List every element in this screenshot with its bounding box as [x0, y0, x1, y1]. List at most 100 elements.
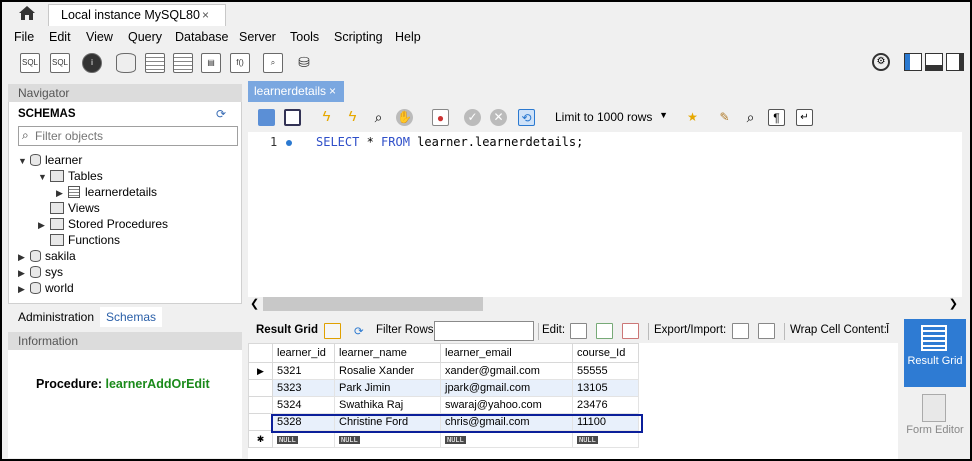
- create-table-icon[interactable]: [145, 53, 165, 73]
- menu-scripting[interactable]: Scripting: [334, 30, 383, 44]
- cell[interactable]: swaraj@yahoo.com: [440, 396, 573, 414]
- cell[interactable]: NULL: [572, 430, 639, 448]
- schema-world[interactable]: ▶ world: [18, 281, 74, 297]
- scroll-left-icon[interactable]: ❮: [250, 297, 259, 310]
- scrollbar-thumb[interactable]: [263, 297, 483, 311]
- cell[interactable]: jpark@gmail.com: [440, 379, 573, 397]
- stop-icon[interactable]: ✋: [396, 109, 413, 126]
- execute-icon[interactable]: ϟ: [318, 109, 335, 126]
- find-icon[interactable]: ⌕: [742, 109, 759, 126]
- cell[interactable]: 5321: [272, 362, 335, 380]
- schema-sys[interactable]: ▶ sys: [18, 265, 63, 281]
- wrap-cell-icon[interactable]: Ī: [886, 324, 889, 336]
- create-view-icon[interactable]: [173, 53, 193, 73]
- search-table-data-icon[interactable]: ⌕: [263, 53, 283, 73]
- commit-icon[interactable]: ✓: [464, 109, 481, 126]
- open-sql-script-icon[interactable]: SQL: [50, 53, 70, 73]
- cell[interactable]: 13105: [572, 379, 639, 397]
- expand-arrow-icon[interactable]: ▶: [56, 188, 66, 199]
- save-icon[interactable]: [284, 109, 301, 126]
- wrap-lines-icon[interactable]: ↵: [796, 109, 813, 126]
- menu-tools[interactable]: Tools: [290, 30, 319, 44]
- cell[interactable]: 5323: [272, 379, 335, 397]
- table-row[interactable]: 5324 Swathika Raj swaraj@yahoo.com 23476: [248, 396, 639, 414]
- info-icon[interactable]: i: [82, 53, 102, 73]
- sql-editor[interactable]: 1 SELECT * FROM learner.learnerdetails;: [248, 132, 962, 297]
- cell[interactable]: NULL: [334, 430, 441, 448]
- menu-edit[interactable]: Edit: [49, 30, 71, 44]
- result-grid-side-button[interactable]: Result Grid: [904, 319, 966, 387]
- collapse-arrow-icon[interactable]: ▼: [38, 172, 48, 182]
- cell[interactable]: 23476: [572, 396, 639, 414]
- open-file-icon[interactable]: [258, 109, 275, 126]
- refresh-icon[interactable]: ⟳: [216, 107, 226, 121]
- new-row[interactable]: ✱ NULL NULL NULL NULL: [248, 430, 639, 448]
- menu-view[interactable]: View: [86, 30, 113, 44]
- close-tab-icon[interactable]: ×: [202, 8, 209, 22]
- insert-row-icon[interactable]: [596, 323, 613, 339]
- schema-learner[interactable]: ▼ learner: [18, 153, 82, 169]
- filter-objects-input[interactable]: [35, 128, 235, 144]
- collapse-arrow-icon[interactable]: ▼: [18, 156, 28, 166]
- tab-learnerdetails[interactable]: learnerdetails ×: [248, 81, 344, 102]
- tree-table-learnerdetails[interactable]: ▶ learnerdetails: [56, 185, 157, 201]
- expand-arrow-icon[interactable]: ▶: [18, 284, 28, 295]
- create-function-icon[interactable]: f(): [230, 53, 250, 73]
- toggle-sidebar-icon[interactable]: [904, 53, 922, 71]
- table-row[interactable]: 5323 Park Jimin jpark@gmail.com 13105: [248, 379, 639, 397]
- add-snippet-icon[interactable]: ★: [684, 109, 701, 126]
- connection-tab[interactable]: Local instance MySQL80 ×: [48, 4, 226, 26]
- tree-tables[interactable]: ▼ Tables: [38, 169, 103, 185]
- expand-arrow-icon[interactable]: ▶: [18, 268, 28, 279]
- column-header[interactable]: learner_id: [272, 343, 335, 363]
- menu-server[interactable]: Server: [239, 30, 276, 44]
- cell[interactable]: Park Jimin: [334, 379, 441, 397]
- cell[interactable]: Rosalie Xander: [334, 362, 441, 380]
- menu-query[interactable]: Query: [128, 30, 162, 44]
- tab-administration[interactable]: Administration: [12, 307, 100, 327]
- menu-file[interactable]: File: [14, 30, 34, 44]
- refresh-icon[interactable]: ⟳: [354, 324, 364, 338]
- menu-database[interactable]: Database: [175, 30, 229, 44]
- export-icon[interactable]: [732, 323, 749, 339]
- create-procedure-icon[interactable]: ▤: [201, 53, 221, 73]
- limit-rows-select[interactable]: Limit to 1000 rows ▼: [550, 108, 672, 128]
- column-header[interactable]: learner_email: [440, 343, 573, 363]
- stop-on-error-icon[interactable]: ●: [432, 109, 449, 126]
- invisible-chars-icon[interactable]: ¶: [768, 109, 785, 126]
- cell[interactable]: Swathika Raj: [334, 396, 441, 414]
- autocommit-icon[interactable]: ⟲: [518, 109, 535, 126]
- toggle-output-icon[interactable]: [925, 53, 943, 71]
- tab-schemas[interactable]: Schemas: [100, 307, 163, 327]
- expand-arrow-icon[interactable]: ▶: [18, 252, 28, 263]
- import-icon[interactable]: [758, 323, 775, 339]
- editor-horizontal-scrollbar[interactable]: ❮ ❯: [248, 297, 962, 311]
- table-row[interactable]: ▶ 5321 Rosalie Xander xander@gmail.com 5…: [248, 362, 639, 380]
- gear-icon[interactable]: ⚙: [872, 53, 890, 71]
- schema-sakila[interactable]: ▶ sakila: [18, 249, 76, 265]
- close-tab-icon[interactable]: ×: [329, 84, 336, 98]
- vertical-scrollbar[interactable]: [962, 80, 970, 312]
- sql-text[interactable]: SELECT * FROM learner.learnerdetails;: [316, 135, 583, 149]
- cell[interactable]: xander@gmail.com: [440, 362, 573, 380]
- delete-row-icon[interactable]: [622, 323, 639, 339]
- cell[interactable]: NULL: [440, 430, 573, 448]
- tree-stored-procedures[interactable]: ▶ Stored Procedures: [38, 217, 168, 233]
- edit-row-icon[interactable]: [570, 323, 587, 339]
- scroll-right-icon[interactable]: ❯: [949, 297, 958, 310]
- tree-views[interactable]: Views: [38, 201, 100, 217]
- beautify-icon[interactable]: ✎: [716, 109, 733, 126]
- explain-icon[interactable]: ⌕: [370, 109, 387, 126]
- form-editor-side-button[interactable]: Form Editor: [904, 391, 966, 459]
- new-sql-tab-icon[interactable]: SQL: [20, 53, 40, 73]
- toggle-secondary-sidebar-icon[interactable]: [946, 53, 964, 71]
- result-grid-icon[interactable]: [324, 323, 341, 339]
- expand-arrow-icon[interactable]: ▶: [38, 220, 48, 231]
- cell[interactable]: 55555: [572, 362, 639, 380]
- tree-functions[interactable]: Functions: [38, 233, 120, 249]
- cell[interactable]: 5324: [272, 396, 335, 414]
- create-schema-icon[interactable]: [116, 53, 136, 73]
- reconnect-icon[interactable]: ⛁: [294, 53, 314, 73]
- column-header[interactable]: course_Id: [572, 343, 639, 363]
- cell[interactable]: NULL: [272, 430, 335, 448]
